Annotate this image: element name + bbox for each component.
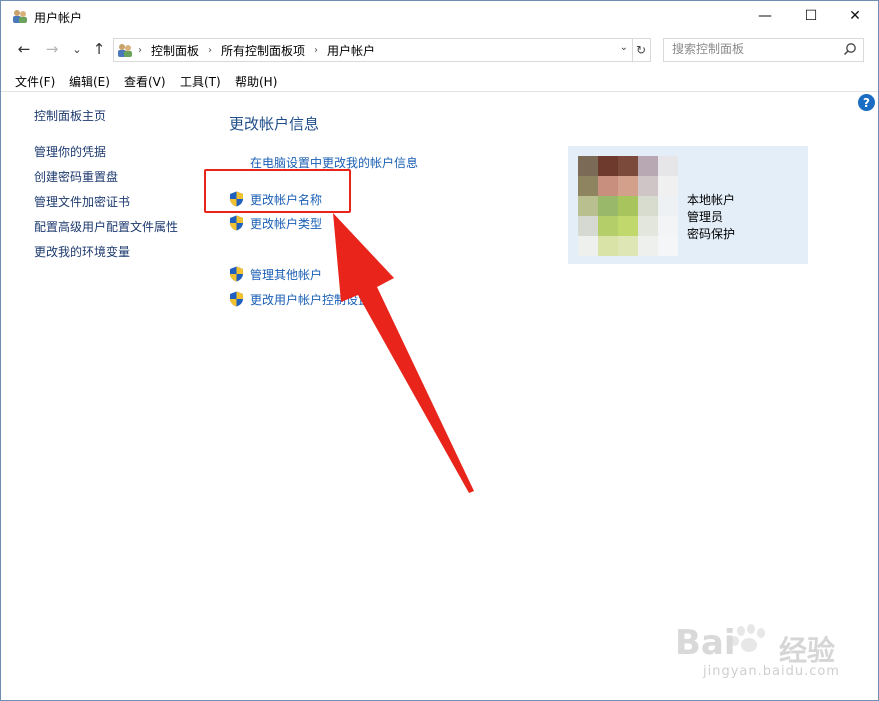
watermark-url: jingyan.baidu.com bbox=[703, 664, 840, 679]
back-button[interactable]: ← bbox=[14, 39, 34, 59]
annotation-arrow bbox=[333, 213, 474, 493]
breadcrumb-all-items[interactable]: 所有控制面板项 bbox=[221, 42, 305, 59]
user-accounts-icon bbox=[13, 10, 27, 23]
search-box bbox=[663, 38, 864, 62]
menu-view[interactable]: 查看(V) bbox=[124, 73, 166, 90]
refresh-button[interactable]: ↻ bbox=[632, 38, 651, 62]
sidebar-item-home[interactable]: 控制面板主页 bbox=[34, 107, 106, 124]
breadcrumb: › 控制面板 › 所有控制面板项 › 用户帐户 bbox=[138, 42, 375, 59]
forward-button[interactable]: → bbox=[42, 39, 62, 59]
account-role: 管理员 bbox=[687, 210, 724, 224]
shield-icon bbox=[230, 266, 243, 282]
breadcrumb-control-panel[interactable]: 控制面板 bbox=[151, 42, 199, 59]
breadcrumb-separator[interactable]: › bbox=[208, 45, 212, 56]
avatar bbox=[578, 156, 678, 256]
title-bar: 用户帐户 — ☐ ✕ bbox=[1, 1, 878, 31]
change-account-type-link[interactable]: 更改帐户类型 bbox=[250, 215, 322, 232]
menu-tools[interactable]: 工具(T) bbox=[180, 73, 221, 90]
account-panel: 本地帐户 管理员 密码保护 bbox=[568, 146, 808, 264]
recent-locations-button[interactable]: ⌄ bbox=[67, 39, 87, 59]
search-icon[interactable] bbox=[843, 42, 857, 56]
shield-icon bbox=[230, 291, 243, 307]
breadcrumb-user-accounts[interactable]: 用户帐户 bbox=[327, 42, 375, 59]
address-bar[interactable]: › 控制面板 › 所有控制面板项 › 用户帐户 ⌄ bbox=[113, 38, 633, 62]
window: 用户帐户 — ☐ ✕ ← → ⌄ ↑ › 控制面板 › 所有控制面板项 › 用户… bbox=[0, 0, 879, 701]
shield-icon bbox=[230, 215, 243, 231]
search-input[interactable] bbox=[664, 39, 844, 59]
sidebar-item-reset-disk[interactable]: 创建密码重置盘 bbox=[34, 168, 118, 185]
close-button[interactable]: ✕ bbox=[832, 1, 878, 31]
watermark-suffix: 经验 bbox=[779, 634, 836, 667]
watermark-logo: Bai bbox=[675, 623, 736, 663]
account-password-status: 密码保护 bbox=[687, 227, 736, 241]
menu-edit[interactable]: 编辑(E) bbox=[69, 73, 110, 90]
maximize-button[interactable]: ☐ bbox=[788, 1, 834, 31]
sidebar-item-environment-variables[interactable]: 更改我的环境变量 bbox=[34, 243, 130, 260]
manage-other-accounts-link[interactable]: 管理其他帐户 bbox=[250, 266, 322, 283]
minimize-button[interactable]: — bbox=[742, 1, 788, 31]
user-accounts-icon bbox=[118, 44, 132, 57]
chevron-down-icon[interactable]: ⌄ bbox=[620, 42, 628, 53]
sidebar-item-encryption-certs[interactable]: 管理文件加密证书 bbox=[34, 193, 130, 210]
menu-bar: 文件(F) 编辑(E) 查看(V) 工具(T) 帮助(H) bbox=[1, 71, 878, 92]
menu-file[interactable]: 文件(F) bbox=[15, 73, 55, 90]
up-button[interactable]: ↑ bbox=[89, 39, 109, 59]
account-type-local: 本地帐户 bbox=[687, 193, 736, 207]
sidebar-item-profile-properties[interactable]: 配置高级用户配置文件属性 bbox=[34, 218, 178, 235]
help-icon[interactable]: ? bbox=[858, 94, 875, 111]
breadcrumb-separator[interactable]: › bbox=[138, 45, 142, 56]
window-title: 用户帐户 bbox=[34, 11, 83, 25]
page-title: 更改帐户信息 bbox=[229, 115, 320, 133]
menu-help[interactable]: 帮助(H) bbox=[235, 73, 277, 90]
sidebar-item-credentials[interactable]: 管理你的凭据 bbox=[34, 143, 106, 160]
breadcrumb-separator[interactable]: › bbox=[314, 45, 318, 56]
